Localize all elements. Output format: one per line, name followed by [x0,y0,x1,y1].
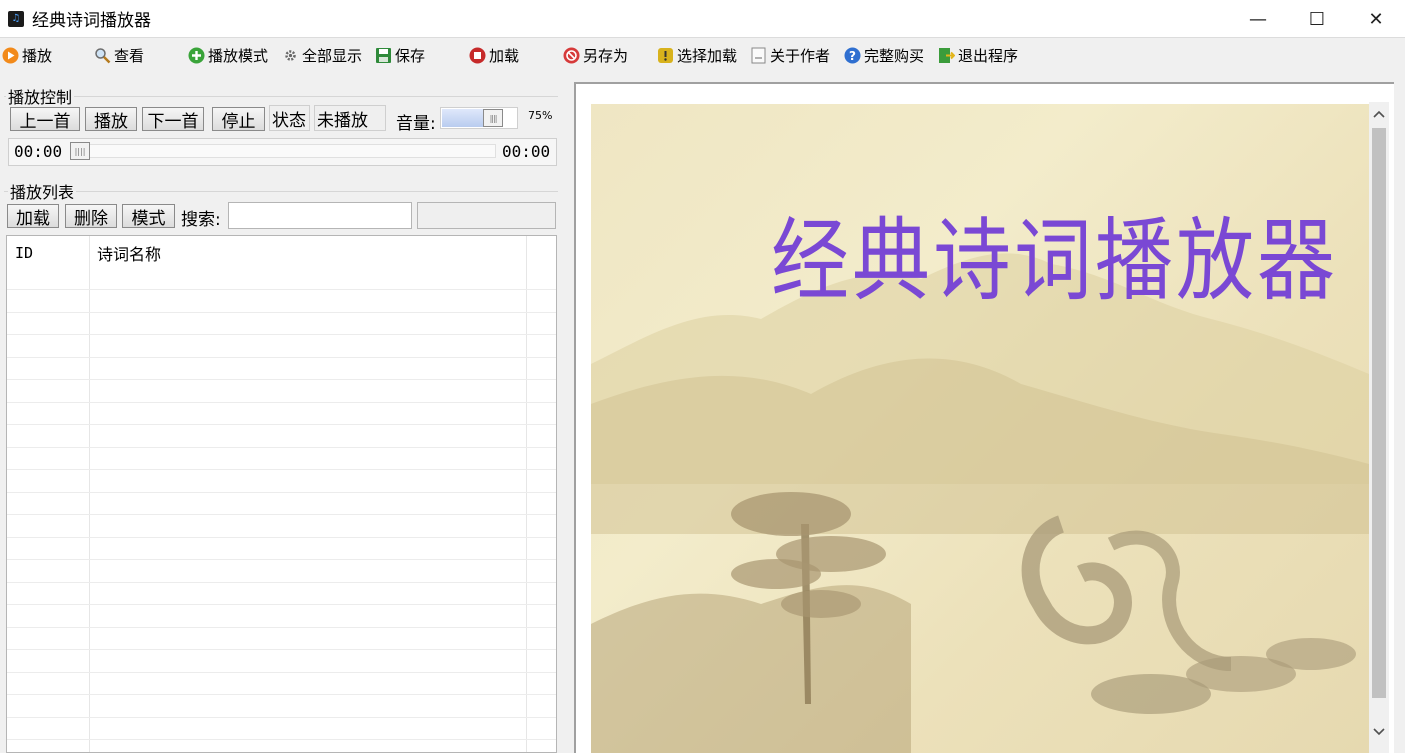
table-row [7,739,556,740]
background-painting: 经典诗词播放器 [591,104,1369,753]
volume-thumb[interactable]: |||| [483,109,503,127]
toolbar-about-author-label: 关于作者 [770,46,831,65]
playlist-group-border [4,191,558,192]
stop-button[interactable]: 停止 [212,107,265,132]
play-button[interactable]: 播放 [85,107,137,132]
table-row [7,716,556,718]
toolbar-save[interactable]: 保存 [375,43,425,67]
select-load-icon [657,47,674,64]
maximize-button[interactable]: ☐ [1288,0,1346,38]
toolbar-load[interactable]: 加载 [469,43,519,67]
scroll-thumb[interactable] [1372,128,1386,698]
toolbar-play[interactable]: 播放 [2,43,52,67]
minimize-button[interactable]: — [1229,0,1287,38]
playlist-mode-button[interactable]: 模式 [122,204,175,229]
table-row [7,514,556,515]
magnifier-icon [94,47,111,64]
toolbar-buy-full-label: 完整购买 [864,46,925,65]
status-label: 状态 [269,105,310,131]
menu-toolbar: 播放 查看 播放模式 全部显示 保存 加载 另存为 选择加载 关于作者 ? 完整… [0,38,1405,74]
panel-splitter[interactable] [560,74,574,753]
exit-icon [938,47,955,64]
toolbar-show-all[interactable]: 全部显示 [282,43,362,67]
playlist-table[interactable]: ID 诗词名称 [6,235,557,753]
prev-button[interactable]: 上一首 [10,107,80,132]
table-row [7,401,556,403]
close-button[interactable]: ✕ [1347,0,1405,38]
playlist-load-button[interactable]: 加载 [7,204,59,229]
table-row [7,604,556,605]
scroll-up-icon[interactable] [1369,104,1389,124]
search-label: 搜索: [181,210,221,230]
table-row [7,626,556,628]
toolbar-play-mode[interactable]: 播放模式 [188,43,268,67]
table-row [7,356,556,358]
toolbar-load-label: 加载 [489,46,520,65]
volume-slider[interactable]: |||| [440,107,518,129]
volume-percent: 75% [528,109,553,122]
table-row [7,581,556,583]
app-icon: ♫ [8,10,24,27]
search-aux-box [417,202,556,229]
toolbar-play-label: 播放 [22,46,53,65]
toolbar-save-label: 保存 [395,46,426,65]
playlist-delete-button[interactable]: 删除 [65,204,117,229]
title-bar: ♫ 经典诗词播放器 — ☐ ✕ [0,0,1405,38]
toolbar-play-mode-label: 播放模式 [208,46,269,65]
progress-slider[interactable] [70,144,496,158]
toolbar-select-load[interactable]: 选择加载 [657,43,737,67]
toolbar-exit[interactable]: 退出程序 [938,43,1018,67]
table-row [7,649,556,650]
column-divider [526,236,527,752]
table-row [7,536,556,538]
time-current: 00:00 [14,142,63,161]
table-row [7,491,556,493]
volume-label: 音量: [396,114,436,134]
help-icon: ? [844,47,861,64]
column-header-id[interactable]: ID [7,236,89,270]
table-row [7,671,556,673]
column-divider [89,236,90,752]
toolbar-select-load-label: 选择加载 [677,46,738,65]
progress-thumb[interactable]: |||| [70,142,90,160]
next-button[interactable]: 下一首 [142,107,204,132]
volume-fill [442,109,486,127]
table-row [7,311,556,313]
time-total: 00:00 [502,142,551,161]
window-title: 经典诗词播放器 [32,11,151,31]
document-icon [750,47,767,64]
column-header-name[interactable]: 诗词名称 [89,236,525,270]
table-row [7,559,556,560]
playback-group-border [4,96,558,97]
toolbar-view[interactable]: 查看 [94,43,144,67]
table-row [7,446,556,448]
search-input[interactable] [228,202,412,229]
table-row [7,469,556,470]
table-row [7,424,556,425]
table-row [7,379,556,380]
toolbar-about-author[interactable]: 关于作者 [750,43,830,67]
playlist-group-label: 播放列表 [8,179,77,203]
preview-scrollbar[interactable] [1369,102,1389,753]
preview-title: 经典诗词播放器 [771,209,1339,314]
svg-text:?: ? [849,49,856,63]
toolbar-exit-label: 退出程序 [958,46,1019,65]
table-row [7,334,556,335]
plus-circle-icon [188,47,205,64]
toolbar-show-all-label: 全部显示 [302,46,363,65]
toolbar-buy-full[interactable]: ? 完整购买 [844,43,924,67]
play-icon [2,47,19,64]
status-value: 未播放 [314,105,386,131]
stop-circle-icon [469,47,486,64]
scroll-down-icon[interactable] [1369,722,1389,742]
floppy-icon [375,47,392,64]
gear-icon [282,47,299,64]
save-as-icon [563,47,580,64]
table-row [7,289,556,290]
toolbar-view-label: 查看 [114,46,145,65]
toolbar-save-as[interactable]: 另存为 [563,43,628,67]
toolbar-save-as-label: 另存为 [583,46,629,65]
table-row [7,694,556,695]
playback-group-label: 播放控制 [6,84,75,108]
